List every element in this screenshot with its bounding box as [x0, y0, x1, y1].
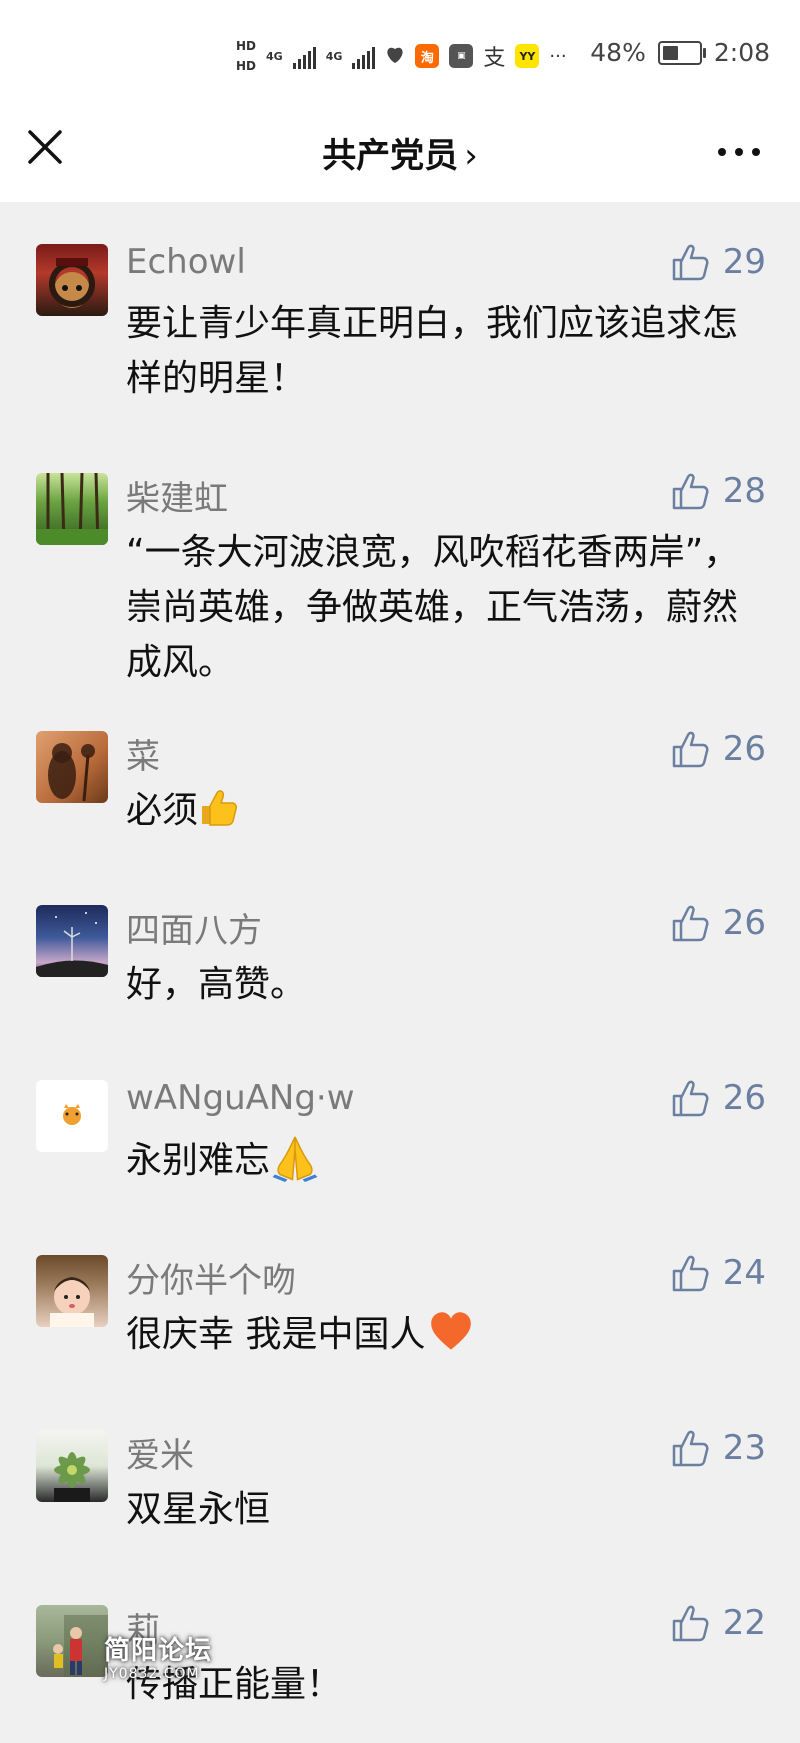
- like-count: 23: [722, 1428, 766, 1468]
- avatar[interactable]: [36, 731, 108, 803]
- watermark: 简阳论坛 JY0832.COM: [104, 1630, 212, 1681]
- clock: 2:08: [713, 38, 770, 67]
- comment-item: 爱米 23 双星永恒: [0, 1388, 800, 1563]
- comment-author[interactable]: 爱米: [126, 1428, 194, 1477]
- network-label-2: 4G: [325, 49, 343, 63]
- like-button[interactable]: 26: [671, 1078, 766, 1118]
- network-label-1: 4G: [266, 49, 283, 63]
- comment-text: 传播正能量！: [126, 1664, 343, 1705]
- comment-item: Echowl 29 要让青少年真正明白，我们应该追求怎样的明星！: [0, 202, 800, 431]
- page-title-text: 共产党员: [322, 136, 459, 176]
- battery-icon: [657, 40, 706, 65]
- praying-hands-emoji: [272, 1136, 318, 1182]
- signal-icon: [292, 43, 316, 69]
- page-title[interactable]: 共产党员 ›: [0, 128, 800, 177]
- comment-author[interactable]: wANguANg·w: [126, 1078, 355, 1118]
- thumbs-up-emoji: [202, 790, 238, 826]
- watermark-text: 简阳论坛: [104, 1636, 213, 1666]
- heart-emoji: [431, 1312, 472, 1350]
- comment-author[interactable]: 柴建虹: [126, 471, 228, 520]
- like-button[interactable]: 24: [671, 1253, 766, 1293]
- battery-percent: 48%: [590, 38, 646, 67]
- comment-item: 柴建虹 28 “一条大河波浪宽，风吹稻花香两岸”，崇尚英雄，争做英雄，正气浩荡，…: [0, 431, 800, 689]
- comment-text: 永别难忘: [126, 1132, 746, 1188]
- app-icon: ▣: [449, 44, 474, 68]
- nav-bar: 共产党员 ›: [0, 104, 800, 202]
- more-notifications-icon: ···: [549, 45, 567, 67]
- more-options-icon[interactable]: [718, 148, 760, 156]
- status-bar: HD HD 4G 4G 淘 ▣ 支 YY ··· 48% 2:08: [0, 0, 800, 104]
- comment-author[interactable]: 菜: [126, 729, 160, 778]
- thumbs-up-icon: [672, 1255, 709, 1292]
- like-count: 29: [722, 242, 766, 282]
- comment-text: 好，高赞。: [126, 964, 307, 1005]
- like-count: 24: [722, 1253, 766, 1293]
- comment-text: “一条大河波浪宽，风吹稻花香两岸”，崇尚英雄，争做英雄，正气浩荡，蔚然成风。: [126, 532, 740, 683]
- thumbs-up-icon: [672, 1080, 709, 1117]
- thumbs-up-icon: [672, 1605, 709, 1642]
- like-button[interactable]: 26: [671, 903, 766, 943]
- comment-text: 必须: [126, 783, 746, 838]
- thumbs-up-icon: [672, 244, 709, 281]
- comment-author[interactable]: 四面八方: [126, 903, 262, 952]
- status-right: 48% 2:08: [590, 38, 770, 67]
- thumbs-up-icon: [672, 731, 709, 768]
- comment-author[interactable]: Echowl: [126, 242, 246, 282]
- like-count: 26: [722, 1078, 766, 1118]
- watermark-url: JY0832.COM: [104, 1666, 200, 1682]
- avatar[interactable]: [36, 1080, 108, 1152]
- like-count: 22: [722, 1603, 766, 1643]
- like-count: 28: [722, 471, 766, 511]
- like-button[interactable]: 29: [671, 242, 766, 282]
- avatar[interactable]: [36, 905, 108, 977]
- like-button[interactable]: 26: [671, 729, 766, 769]
- comment-text-content: 很庆幸 我是中国人: [126, 1314, 426, 1355]
- alipay-icon: 支: [483, 46, 506, 71]
- like-count: 26: [722, 903, 766, 943]
- thumbs-up-icon: [672, 1430, 709, 1467]
- avatar[interactable]: [36, 1430, 108, 1502]
- chevron-right-icon: ›: [464, 136, 478, 176]
- comment-list: Echowl 29 要让青少年真正明白，我们应该追求怎样的明星！ 柴建虹 28 …: [0, 202, 800, 1743]
- taobao-icon: 淘: [415, 44, 440, 68]
- comment-item: 分你半个吻 24 很庆幸 我是中国人: [0, 1213, 800, 1388]
- avatar[interactable]: [36, 1605, 108, 1677]
- hd-label-1: HD: [236, 39, 257, 53]
- butterfly-icon: [387, 47, 404, 63]
- like-count: 26: [722, 729, 766, 769]
- comment-item: 菜 26 必须: [0, 689, 800, 863]
- comment-text: 很庆幸 我是中国人: [126, 1307, 746, 1362]
- avatar[interactable]: [36, 244, 108, 316]
- like-button[interactable]: 23: [671, 1428, 766, 1468]
- comment-text-content: 必须: [126, 790, 199, 831]
- comment-item: wANguANg·w 26 永别难忘: [0, 1038, 800, 1213]
- thumbs-up-icon: [672, 473, 709, 510]
- like-button[interactable]: 22: [671, 1603, 766, 1643]
- avatar[interactable]: [36, 473, 108, 545]
- avatar[interactable]: [36, 1255, 108, 1327]
- comment-text: 双星永恒: [126, 1489, 271, 1530]
- comment-text: 要让青少年真正明白，我们应该追求怎样的明星！: [126, 303, 739, 399]
- comment-author[interactable]: 分你半个吻: [126, 1253, 296, 1302]
- like-button[interactable]: 28: [671, 471, 766, 511]
- yy-icon: YY: [515, 44, 540, 68]
- comment-item: 四面八方 26 好，高赞。: [0, 863, 800, 1038]
- thumbs-up-icon: [672, 905, 709, 942]
- hd-indicator: HD HD: [236, 36, 256, 76]
- status-icons: HD HD 4G 4G 淘 ▣ 支 YY ···: [236, 36, 567, 76]
- signal-icon-2: [352, 43, 376, 69]
- comment-text-content: 永别难忘: [126, 1140, 271, 1181]
- hd-label-2: HD: [236, 59, 257, 73]
